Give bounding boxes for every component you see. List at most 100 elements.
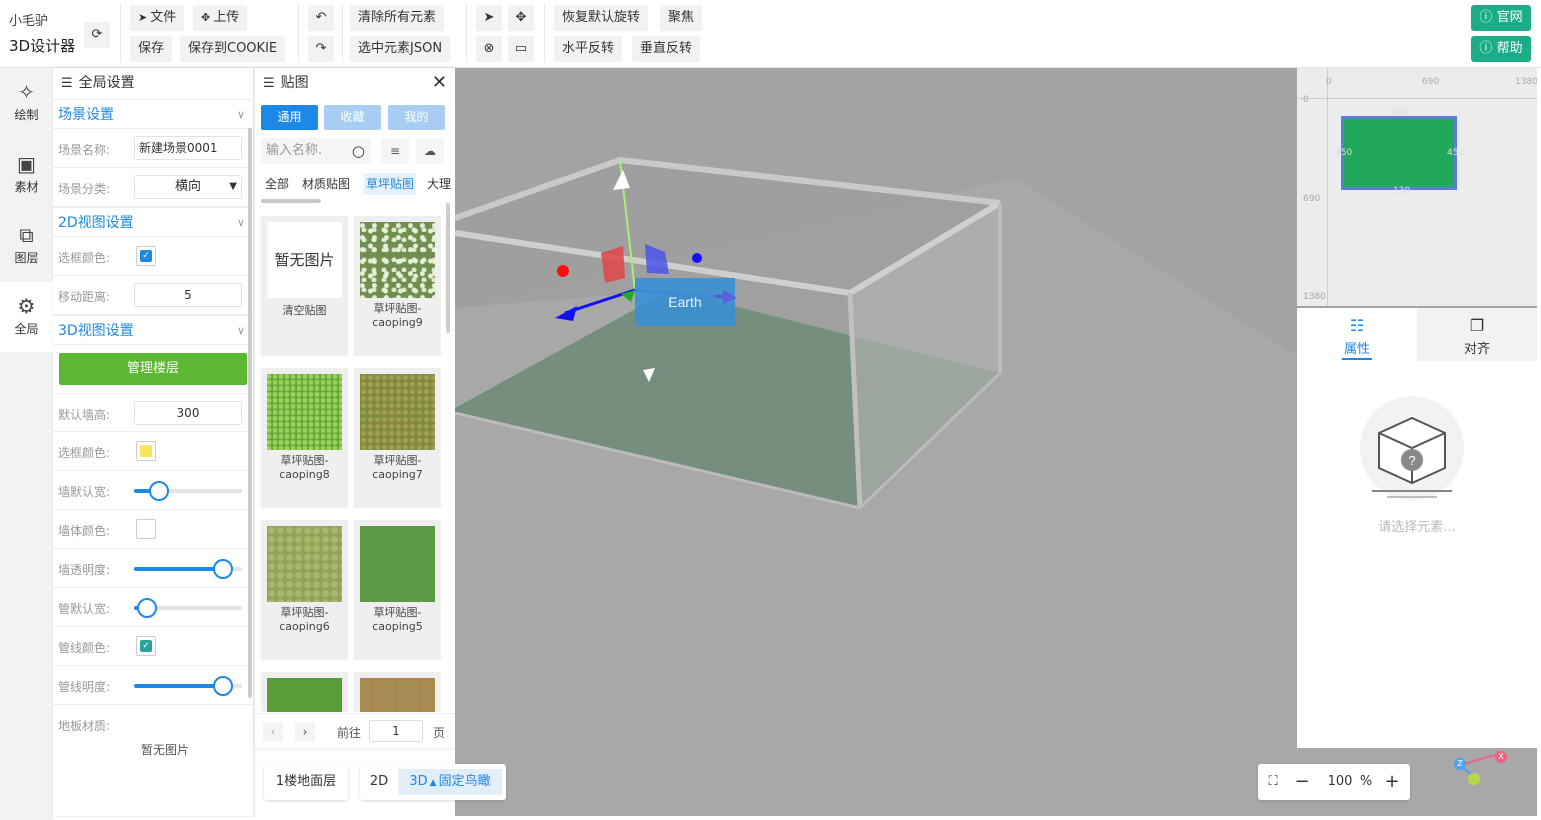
window-icon: ❐ [1469,316,1485,335]
file-button[interactable]: ➤ 文件 [130,5,185,31]
scene-name-input[interactable]: 新建场景0001 [134,136,242,160]
list-view-button[interactable]: ≡ [381,138,409,164]
zoom-in-button[interactable]: + [1380,769,1404,795]
texture-thumb-empty: 暂无图片 [267,222,342,298]
selected-json-button[interactable]: 选中元素JSON [350,36,451,62]
tab-common[interactable]: 通用 [261,105,318,130]
toolbar-divider [342,4,343,62]
pipe-color-picker[interactable]: ✓ [136,636,156,656]
pipe-width-slider[interactable] [134,598,242,618]
slider-handle[interactable] [212,559,233,579]
cancel-tool-button[interactable]: ⊗ [476,36,502,62]
tab-align[interactable]: ❐ 对齐 [1417,308,1537,361]
save-button[interactable]: 保存 [130,36,173,62]
frame-color-picker-2d[interactable]: ✓ [136,246,156,266]
clear-all-button[interactable]: 清除所有元素 [350,5,445,31]
refresh-button[interactable]: ⟳ [84,22,110,48]
axis-x-dot: X [1495,751,1507,763]
texture-card[interactable]: 草坪贴图-caoping9 [354,216,441,356]
floor-material-picker[interactable]: 暂无图片 [136,741,194,771]
search-icon[interactable]: ○ [352,138,365,164]
texture-card[interactable] [261,672,348,712]
minimap-room[interactable] [1341,116,1457,190]
wall-width-slider[interactable] [134,481,242,501]
chevron-down-icon: ▼ [229,181,237,192]
flip-vertical-button[interactable]: 垂直反转 [632,36,701,62]
nav-item-assets[interactable]: ▣ 素材 [0,140,53,210]
nav-item-draw[interactable]: ✧ 绘制 [0,68,53,138]
mode-3d-button[interactable]: 3D ▲ 固定鸟瞰 [398,769,502,795]
app-title: 3D设计器 [9,37,76,55]
texture-card[interactable]: 草坪贴图-caoping5 [354,520,441,660]
texture-thumb [360,222,435,298]
field-pipe-color: 管线颜色: ✓ [53,627,253,666]
pagination: ‹ › 前往 1 页 [255,713,455,748]
prev-page-button[interactable]: ‹ [263,722,283,742]
texture-card-clear[interactable]: 暂无图片 清空贴图 [261,216,348,356]
texture-card[interactable]: 草坪贴图-caoping7 [354,368,441,508]
reset-rotation-button[interactable]: 恢复默认旋转 [554,5,649,31]
wall-color-picker[interactable] [136,519,156,539]
help-button[interactable]: ⓘ 帮助 [1471,36,1531,62]
upload-button[interactable]: ✥ 上传 [193,5,248,31]
tab-mine[interactable]: 我的 [388,105,445,130]
screen-tool-button[interactable]: ▭ [508,36,534,62]
move-distance-input[interactable]: 5 [134,283,242,307]
floor-selector[interactable]: 1楼地面层 [264,764,348,800]
field-wall-opacity: 墙透明度: [53,549,253,588]
close-icon[interactable]: ✕ [432,72,447,93]
menu-icon: ≡ [389,144,401,158]
manage-floors-button[interactable]: 管理楼层 [59,353,247,385]
texture-card[interactable]: 草坪贴图-caoping6 [261,520,348,660]
page-input[interactable]: 1 [369,720,423,742]
select-tool-button[interactable]: ➤ [476,5,502,31]
category-lawn[interactable]: 草坪贴图 [364,173,417,195]
chevron-right-icon: › [302,725,308,739]
texture-search-input[interactable]: 输入名称. ○ [261,138,371,164]
toolbar-divider [298,4,299,62]
texture-card[interactable] [354,672,441,712]
website-button[interactable]: ⓘ 官网 [1471,5,1531,31]
move-tool-button[interactable]: ✥ [508,5,534,31]
zoom-input[interactable]: 100 [1320,769,1360,795]
slider-handle[interactable] [136,598,157,618]
mode-2d-button[interactable]: 2D [364,769,394,795]
cloud-upload-button[interactable]: ☁ [416,138,444,164]
earth-label: Earth [668,294,701,310]
focus-button[interactable]: 聚焦 [660,5,703,31]
sliders-icon: ☰ [263,76,275,91]
magic-wand-icon: ✧ [18,80,35,104]
category-all[interactable]: 全部 [265,173,289,195]
fullscreen-button[interactable]: ⛶ [1262,769,1284,795]
zoom-out-button[interactable]: − [1290,769,1314,795]
nav-item-layers[interactable]: ⧉ 图层 [0,211,53,281]
field-move-distance: 移动距离: 5 [53,276,253,315]
tab-favorites[interactable]: 收藏 [324,105,381,130]
tab-properties[interactable]: ☷ 属性 [1297,308,1417,361]
scene-category-select[interactable]: 横向 ▼ [134,175,242,199]
category-marble[interactable]: 大理 [427,173,451,195]
section-scene[interactable]: 场景设置 ∨ [53,99,253,129]
redo-button[interactable]: ↷ [308,36,334,62]
category-material[interactable]: 材质贴图 [302,173,350,195]
scrollbar[interactable] [248,128,252,698]
slider-handle[interactable] [212,676,233,696]
nav-item-global[interactable]: ⚙ 全局 [0,282,53,352]
section-2d-view[interactable]: 2D视图设置 ∨ [53,207,253,237]
wall-height-input[interactable]: 300 [134,401,242,425]
brand-name: 小毛驴 [9,14,49,29]
empty-state-text: 请选择元素... [1378,520,1456,535]
texture-card[interactable]: 草坪贴图-caoping8 [261,368,348,508]
section-3d-view[interactable]: 3D视图设置 ∨ [53,315,253,345]
save-cookie-button[interactable]: 保存到COOKIE [180,36,286,62]
next-page-button[interactable]: › [295,722,315,742]
wall-opacity-slider[interactable] [134,559,242,579]
category-scrollbar[interactable] [261,199,321,203]
pipe-opacity-slider[interactable] [134,676,242,696]
minimap-2d[interactable]: 0 690 1380 0 690 1380 350 450 450 130 [1297,68,1537,306]
frame-color-picker-3d[interactable] [136,441,156,461]
slider-handle[interactable] [148,481,169,501]
texture-scrollbar[interactable] [446,203,450,333]
undo-button[interactable]: ↶ [308,5,334,31]
flip-horizontal-button[interactable]: 水平反转 [554,36,623,62]
